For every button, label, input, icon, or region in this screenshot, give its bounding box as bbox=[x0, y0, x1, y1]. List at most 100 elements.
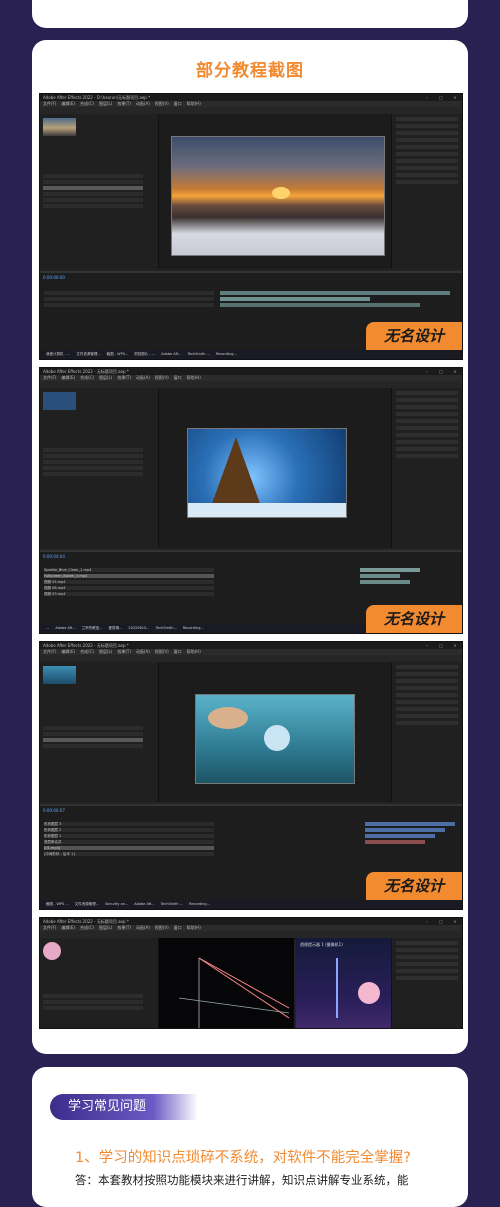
menu-layer[interactable]: 图层(L) bbox=[99, 925, 112, 931]
project-item[interactable] bbox=[43, 738, 143, 742]
maximize-icon[interactable]: □ bbox=[434, 642, 448, 649]
menu-window[interactable]: 窗口 bbox=[174, 649, 182, 655]
maximize-icon[interactable]: □ bbox=[434, 94, 448, 101]
taskbar-item[interactable]: 抓拍图片 - ... bbox=[134, 352, 155, 356]
taskbar-item[interactable]: Adobe Aft... bbox=[161, 352, 181, 356]
timeline-layer[interactable]: 视频 05.mp4 bbox=[44, 580, 214, 584]
taskbar-item[interactable]: 文件资源管理... bbox=[75, 902, 99, 906]
taskbar-item[interactable]: 兰亭的教室... bbox=[82, 626, 103, 630]
project-item[interactable] bbox=[43, 448, 143, 452]
timeline-layer[interactable]: [01.mp4] bbox=[44, 846, 214, 850]
menu-help[interactable]: 帮助(H) bbox=[187, 101, 201, 107]
menu-effect[interactable]: 效果(T) bbox=[117, 649, 131, 655]
taskbar-item[interactable]: 截图 - WPS... bbox=[107, 352, 129, 356]
menu-view[interactable]: 视图(V) bbox=[155, 925, 169, 931]
taskbar-item[interactable]: TechSmith ... bbox=[187, 352, 209, 356]
project-item[interactable] bbox=[43, 192, 143, 196]
menu-composition[interactable]: 合成(C) bbox=[80, 925, 94, 931]
taskbar-item[interactable]: 我爱计算机 - ... bbox=[46, 352, 70, 356]
timeline-layer[interactable] bbox=[44, 291, 214, 295]
menu-animation[interactable]: 动画(A) bbox=[136, 101, 150, 107]
timecode[interactable]: 0:00:00:00 bbox=[43, 275, 65, 280]
project-item[interactable] bbox=[43, 198, 143, 202]
layer-duration-bar[interactable] bbox=[220, 303, 420, 307]
menu-effect[interactable]: 效果(T) bbox=[117, 101, 131, 107]
minimize-icon[interactable]: – bbox=[420, 368, 434, 375]
close-icon[interactable]: × bbox=[448, 94, 462, 101]
project-item[interactable] bbox=[43, 472, 143, 476]
minimize-icon[interactable]: – bbox=[420, 94, 434, 101]
taskbar-item[interactable]: Recording... bbox=[216, 352, 237, 356]
menu-view[interactable]: 视图(V) bbox=[155, 649, 169, 655]
close-icon[interactable]: × bbox=[448, 642, 462, 649]
timeline-layer[interactable]: 形状图层 2 bbox=[44, 828, 214, 832]
timeline-layer[interactable]: 形状图层 3 bbox=[44, 822, 214, 826]
timeline-layer[interactable]: Fullscreen_Bokeh_3.mp4 bbox=[44, 574, 214, 578]
menu-view[interactable]: 视图(V) bbox=[155, 375, 169, 381]
menu-help[interactable]: 帮助(H) bbox=[187, 649, 201, 655]
taskbar-item[interactable]: 截图 - WPS ... bbox=[46, 902, 69, 906]
menu-animation[interactable]: 动画(A) bbox=[136, 375, 150, 381]
minimize-icon[interactable]: – bbox=[420, 642, 434, 649]
project-item[interactable] bbox=[43, 466, 143, 470]
menu-layer[interactable]: 图层(L) bbox=[99, 375, 112, 381]
maximize-icon[interactable]: □ bbox=[434, 368, 448, 375]
taskbar-item[interactable]: Security an... bbox=[105, 902, 128, 906]
taskbar-item[interactable]: 文件资源管理... bbox=[76, 352, 100, 356]
close-icon[interactable]: × bbox=[448, 368, 462, 375]
layer-duration-bar[interactable] bbox=[365, 822, 455, 826]
project-item[interactable] bbox=[43, 186, 143, 190]
menu-animation[interactable]: 动画(A) bbox=[136, 925, 150, 931]
layer-duration-bar[interactable] bbox=[365, 840, 425, 844]
project-item[interactable] bbox=[43, 1006, 143, 1010]
project-item[interactable] bbox=[43, 1000, 143, 1004]
menu-view[interactable]: 视图(V) bbox=[155, 101, 169, 107]
project-item[interactable] bbox=[43, 174, 143, 178]
project-item[interactable] bbox=[43, 454, 143, 458]
timeline-layer[interactable]: 视频 03.mp4 bbox=[44, 592, 214, 596]
taskbar-item[interactable]: Adobe Aft... bbox=[55, 626, 75, 630]
project-item[interactable] bbox=[43, 994, 143, 998]
menu-window[interactable]: 窗口 bbox=[174, 925, 182, 931]
timeline-layer[interactable] bbox=[44, 303, 214, 307]
taskbar-item[interactable]: 20220615... bbox=[128, 626, 149, 630]
project-item[interactable] bbox=[43, 460, 143, 464]
menu-window[interactable]: 窗口 bbox=[174, 375, 182, 381]
close-icon[interactable]: × bbox=[448, 918, 462, 925]
taskbar-item[interactable]: Recording... bbox=[189, 902, 210, 906]
project-item[interactable] bbox=[43, 744, 143, 748]
taskbar-item[interactable]: Recording... bbox=[183, 626, 204, 630]
menu-layer[interactable]: 图层(L) bbox=[99, 649, 112, 655]
minimize-icon[interactable]: – bbox=[420, 918, 434, 925]
menu-window[interactable]: 窗口 bbox=[174, 101, 182, 107]
timeline-layer[interactable]: 底层条合并 bbox=[44, 840, 214, 844]
layer-duration-bar[interactable] bbox=[360, 574, 400, 578]
menu-help[interactable]: 帮助(H) bbox=[187, 375, 201, 381]
project-item[interactable] bbox=[43, 180, 143, 184]
layer-duration-bar[interactable] bbox=[365, 834, 435, 838]
timecode[interactable]: 0:00:04:04 bbox=[43, 554, 65, 559]
taskbar-item[interactable]: TechSmith ... bbox=[161, 902, 183, 906]
timeline-layer[interactable]: 视频 08.mp4 bbox=[44, 586, 214, 590]
timeline-layer[interactable] bbox=[44, 297, 214, 301]
timecode[interactable]: 0:00:00:07 bbox=[43, 808, 65, 813]
taskbar-item[interactable]: TechSmith... bbox=[156, 626, 177, 630]
taskbar-item[interactable]: 爱剪辑... bbox=[109, 626, 123, 630]
project-item[interactable] bbox=[43, 204, 143, 208]
menu-animation[interactable]: 动画(A) bbox=[136, 649, 150, 655]
project-item[interactable] bbox=[43, 732, 143, 736]
timeline-layer[interactable]: Sparkle_Blue_Clean_1.mp4 bbox=[44, 568, 214, 572]
project-item[interactable] bbox=[43, 726, 143, 730]
taskbar-item[interactable]: Adobe Aft... bbox=[134, 902, 154, 906]
layer-duration-bar[interactable] bbox=[360, 580, 410, 584]
menu-help[interactable]: 帮助(H) bbox=[187, 925, 201, 931]
menu-effect[interactable]: 效果(T) bbox=[117, 925, 131, 931]
layer-duration-bar[interactable] bbox=[360, 568, 420, 572]
timeline-layer[interactable]: [中间形状 - 后半 1] bbox=[44, 852, 214, 856]
menu-effect[interactable]: 效果(T) bbox=[117, 375, 131, 381]
layer-duration-bar[interactable] bbox=[220, 291, 450, 295]
layer-duration-bar[interactable] bbox=[220, 297, 370, 301]
timeline-layer[interactable]: 形状图层 1 bbox=[44, 834, 214, 838]
layer-duration-bar[interactable] bbox=[365, 828, 445, 832]
maximize-icon[interactable]: □ bbox=[434, 918, 448, 925]
